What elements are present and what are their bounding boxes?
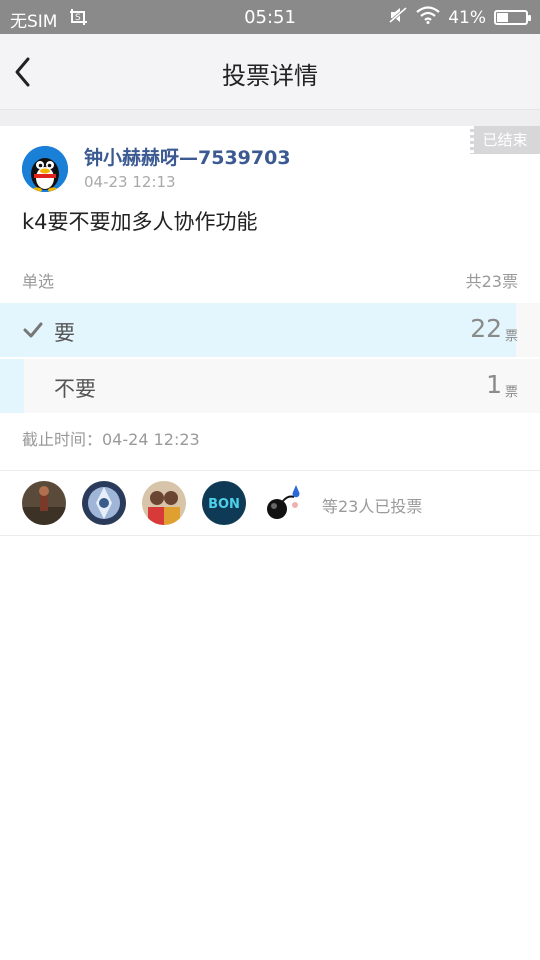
avatar-image-icon xyxy=(142,481,186,525)
author-name[interactable]: 钟小赫赫呀—7539703 xyxy=(84,143,291,170)
page-title: 投票详情 xyxy=(222,62,318,90)
avatar-image-icon xyxy=(82,481,126,525)
voter-avatar[interactable]: BON xyxy=(202,481,246,525)
deadline-text: 截止时间：04-24 12:23 xyxy=(22,430,200,449)
battery-fill xyxy=(497,13,508,22)
vote-bar xyxy=(0,303,517,357)
battery-percent: 41% xyxy=(448,7,486,28)
vote-total: 共23票 xyxy=(465,272,518,291)
option-unit: 票 xyxy=(504,385,518,400)
nav-header: 投票详情 xyxy=(0,34,540,110)
bomb-icon xyxy=(262,481,306,525)
vote-option-no: 不要 1 票 xyxy=(0,359,540,413)
voter-avatar[interactable] xyxy=(22,481,66,525)
mute-icon xyxy=(388,6,408,29)
svg-text:BON: BON xyxy=(208,497,240,512)
wifi-icon xyxy=(416,6,440,29)
voter-avatar[interactable] xyxy=(262,481,306,525)
avatar-image-icon xyxy=(22,481,66,525)
voters-row[interactable]: BON 等23人已投票 xyxy=(0,471,540,535)
voters-summary: 等23人已投票 xyxy=(322,497,423,516)
vote-bar xyxy=(0,359,24,413)
avatar[interactable] xyxy=(22,146,68,192)
checkmark-icon xyxy=(23,322,43,338)
voter-avatar[interactable] xyxy=(142,481,186,525)
battery-icon xyxy=(494,10,531,25)
divider xyxy=(0,535,540,536)
post-time: 04-23 12:13 xyxy=(84,173,176,191)
vote-question: k4要不要加多人协作功能 xyxy=(22,210,258,234)
vote-card: 已结束 钟小赫赫呀—7539703 04-23 12:13 k4要不要加多人协作… xyxy=(0,126,540,470)
option-label: 不要 xyxy=(54,377,96,401)
option-label: 要 xyxy=(54,321,75,345)
status-badge: 已结束 xyxy=(470,126,540,154)
vote-type-label: 单选 xyxy=(22,272,55,291)
voter-avatar[interactable] xyxy=(82,481,126,525)
option-unit: 票 xyxy=(504,329,518,344)
option-count: 22 xyxy=(470,314,502,343)
option-count: 1 xyxy=(486,370,502,399)
status-bar: 无SIM S 05:51 41% xyxy=(0,0,540,34)
vote-option-yes: 要 22 票 xyxy=(0,303,540,357)
avatar-image-icon: BON xyxy=(202,481,246,525)
section-gap xyxy=(0,110,540,126)
penguin-icon xyxy=(22,146,68,192)
